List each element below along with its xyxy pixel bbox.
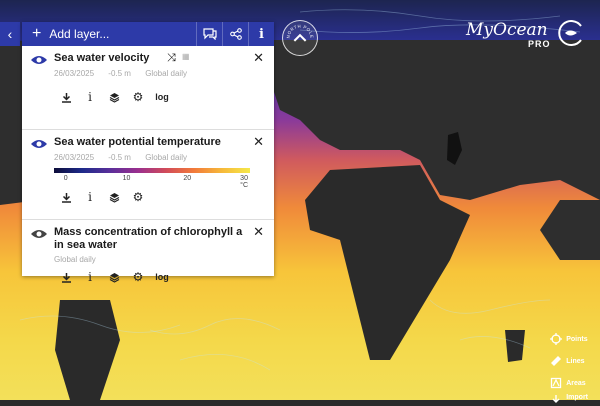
logo-edition: PRO — [528, 39, 551, 49]
logo-emblem-icon — [558, 20, 582, 46]
layers-icon — [109, 272, 119, 283]
layer-item-velocity: Sea water velocity ⤨ ▦ ✕ 26/03/2025 -0.5… — [22, 46, 274, 130]
info-button[interactable]: i — [248, 22, 274, 46]
layer-title: Sea water potential temperature — [54, 136, 221, 148]
share-icon — [229, 28, 242, 40]
gear-icon: ⚙ — [132, 190, 144, 204]
layer-title: Sea water velocity — [54, 52, 150, 64]
area-icon — [551, 377, 562, 389]
close-layer-button[interactable]: ✕ — [253, 134, 264, 150]
layer-stack-button[interactable] — [102, 268, 126, 286]
scale-tick: 20 — [183, 175, 192, 182]
info-icon: i — [88, 270, 92, 284]
layer-date: 26/03/2025 — [54, 69, 95, 78]
color-scale-labels: 0 10 20 30 °C — [54, 173, 250, 189]
areas-tool[interactable]: Areas — [550, 372, 588, 394]
log-button[interactable]: log — [150, 268, 174, 286]
layer-meta: Global daily — [54, 255, 266, 264]
layer-depth: -0.5 m — [108, 69, 131, 78]
layers-icon — [109, 92, 119, 103]
grid-icon: ▦ — [182, 52, 190, 61]
layer-depth: -0.5 m — [108, 153, 131, 162]
download-icon — [61, 92, 71, 103]
chat-icon — [202, 28, 217, 40]
layer-settings-button[interactable]: ⚙ — [126, 188, 150, 206]
chevron-left-icon: ‹ — [7, 26, 13, 42]
eye-icon[interactable] — [30, 228, 48, 240]
scale-tick: 0 — [63, 175, 68, 182]
layer-frequency: Global daily — [145, 153, 187, 162]
layer-frequency: Global daily — [145, 69, 187, 78]
log-label: log — [155, 272, 169, 282]
share-button[interactable] — [222, 22, 248, 46]
layer-title: Mass concentration of chlorophyll a in s… — [54, 226, 243, 251]
north-pole-icon: NORTH POLE — [285, 24, 314, 42]
layer-meta: 26/03/2025 -0.5 m Global daily — [54, 69, 266, 78]
areas-tool-label: Areas — [566, 379, 586, 387]
add-layer-label: Add layer... — [49, 27, 110, 41]
scale-tick: 10 — [122, 175, 131, 182]
layer-tools: i ⚙ log — [54, 86, 266, 108]
eye-icon[interactable] — [30, 54, 48, 66]
lines-tool-label: Lines — [566, 357, 585, 365]
log-button[interactable]: log — [150, 88, 174, 106]
close-layer-button[interactable]: ✕ — [253, 50, 264, 66]
layer-info-button[interactable]: i — [78, 88, 102, 106]
info-icon: i — [88, 190, 92, 204]
lines-tool[interactable]: Lines — [550, 350, 588, 372]
layer-meta: 26/03/2025 -0.5 m Global daily — [54, 153, 266, 162]
download-icon — [61, 192, 71, 203]
points-tool[interactable]: Points — [550, 328, 588, 350]
import-icon — [552, 395, 560, 403]
crosshair-icon — [550, 333, 563, 345]
layers-icon — [109, 192, 119, 203]
info-icon: i — [88, 90, 92, 104]
layer-info-button[interactable]: i — [78, 268, 102, 286]
logo-name: MyOcean — [466, 20, 548, 40]
layer-info-button[interactable]: i — [78, 188, 102, 206]
gear-icon: ⚙ — [132, 270, 144, 284]
myocean-logo: MyOcean PRO — [466, 18, 588, 54]
eye-icon[interactable] — [30, 138, 48, 150]
layer-settings-button[interactable]: ⚙ — [126, 88, 150, 106]
layer-frequency: Global daily — [54, 255, 96, 264]
info-icon: i — [259, 26, 264, 42]
layers-panel: + Add layer... i Sea water velocity ⤨ ▦ … — [22, 22, 274, 284]
scale-tick: 30 °C — [240, 175, 249, 189]
layer-tools: i ⚙ — [54, 186, 266, 208]
points-tool-label: Points — [566, 335, 588, 343]
layer-date: 26/03/2025 — [54, 153, 95, 162]
download-button[interactable] — [54, 268, 78, 286]
download-icon — [61, 272, 71, 283]
layer-item-temperature: Sea water potential temperature ✕ 26/03/… — [22, 130, 274, 220]
layer-item-chlorophyll: Mass concentration of chlorophyll a in s… — [22, 220, 274, 286]
map-tools: Points Lines Areas Import — [550, 328, 588, 406]
layer-stack-button[interactable] — [102, 188, 126, 206]
collapse-panel-button[interactable]: ‹ — [0, 22, 20, 46]
panel-header: + Add layer... i — [22, 22, 274, 46]
import-tool[interactable]: Import — [550, 394, 588, 406]
download-button[interactable] — [54, 88, 78, 106]
chat-button[interactable] — [196, 22, 222, 46]
close-layer-button[interactable]: ✕ — [253, 224, 264, 240]
north-pole-button[interactable]: NORTH POLE — [282, 20, 318, 56]
layer-settings-button[interactable]: ⚙ — [126, 268, 150, 286]
download-button[interactable] — [54, 188, 78, 206]
vector-icon: ⤨ — [167, 52, 176, 64]
add-layer-button[interactable]: + Add layer... — [22, 22, 196, 46]
plus-icon: + — [32, 25, 42, 42]
gear-icon: ⚙ — [132, 90, 144, 104]
log-label: log — [155, 92, 169, 102]
ruler-icon — [551, 356, 562, 366]
layer-stack-button[interactable] — [102, 88, 126, 106]
layer-tools: i ⚙ log — [54, 266, 266, 288]
